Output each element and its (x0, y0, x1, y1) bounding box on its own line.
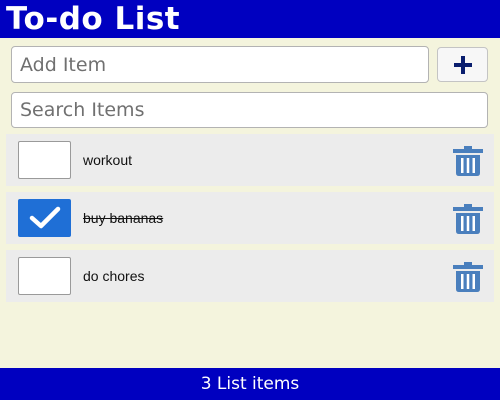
todo-list: workout buy bananas do chores (6, 134, 494, 308)
add-item-button[interactable] (437, 47, 488, 82)
list-item: do chores (6, 250, 494, 302)
search-input[interactable] (11, 92, 488, 128)
delete-item-button[interactable] (450, 145, 486, 177)
trash-icon (453, 204, 483, 234)
trash-icon (453, 146, 483, 176)
list-item: buy bananas (6, 192, 494, 244)
item-checkbox[interactable] (18, 141, 71, 179)
delete-item-button[interactable] (450, 261, 486, 293)
list-item: workout (6, 134, 494, 186)
trash-icon (453, 262, 483, 292)
checkmark-icon (29, 206, 60, 229)
item-label: do chores (83, 268, 145, 284)
item-count-text: 3 List items (200, 374, 300, 394)
app-header: To-do List (0, 0, 500, 38)
item-label: workout (83, 152, 133, 168)
item-checkbox[interactable] (18, 199, 71, 237)
item-label: buy bananas (83, 210, 164, 226)
plus-icon (453, 55, 472, 74)
delete-item-button[interactable] (450, 203, 486, 235)
add-item-input[interactable] (11, 46, 429, 83)
item-checkbox[interactable] (18, 257, 71, 295)
page-title: To-do List (6, 1, 181, 37)
list-count-bar: 3 List items (0, 368, 500, 400)
